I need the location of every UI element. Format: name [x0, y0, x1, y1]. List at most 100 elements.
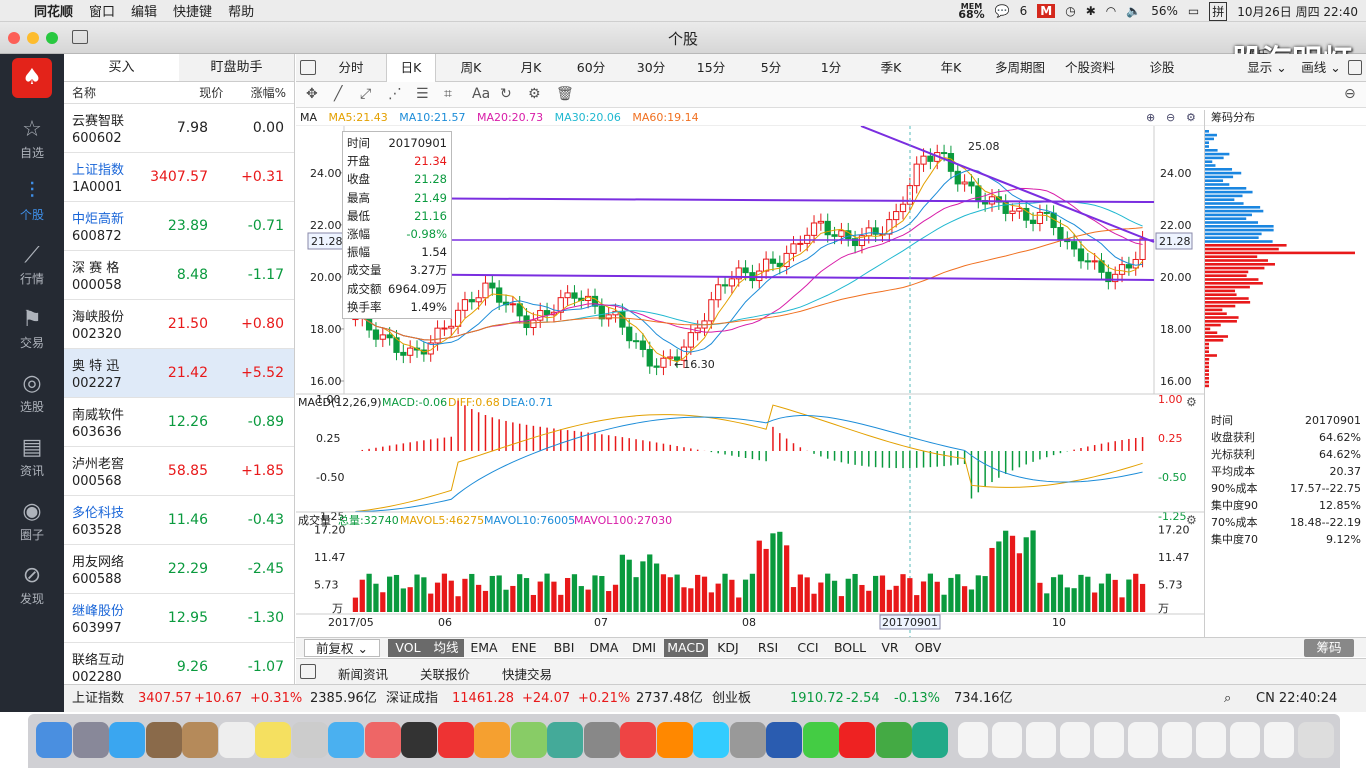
tab-period-7[interactable]: 5分 [746, 54, 796, 82]
settings-tool-icon[interactable]: ⚙ [528, 86, 541, 102]
menu-window[interactable]: 窗口 [89, 1, 115, 20]
tab-period-6[interactable]: 15分 [686, 54, 736, 82]
dock-app-icon[interactable] [875, 722, 912, 758]
tab-period-12[interactable]: 个股资料 [1056, 54, 1124, 82]
battery-icon[interactable]: ▭ [1188, 4, 1199, 18]
rotate-tool-icon[interactable]: ↻ [500, 86, 512, 102]
dock-app-icon[interactable] [510, 722, 547, 758]
dock-window-thumbnail[interactable] [992, 722, 1022, 758]
dock-window-thumbnail[interactable] [1230, 722, 1260, 758]
dock-app-icon[interactable] [109, 722, 145, 758]
dock-app-icon[interactable] [145, 722, 182, 758]
tab-buy[interactable]: 买入 [64, 54, 179, 81]
sidebar-item-picker[interactable]: ◎ 选股 [0, 370, 64, 415]
indicator-vr[interactable]: VR [872, 639, 908, 657]
dock-app-icon[interactable] [802, 722, 839, 758]
stock-row[interactable]: 用友网络 600588 22.29 -2.45 [64, 545, 294, 594]
stock-row[interactable]: 深 赛 格 000058 8.48 -1.17 [64, 251, 294, 300]
app-logo-icon[interactable]: ♠ [12, 58, 52, 98]
tab-period-13[interactable]: 诊股 [1128, 54, 1196, 82]
wifi-icon[interactable]: ◠ [1106, 4, 1116, 18]
menu-edit[interactable]: 编辑 [131, 1, 157, 20]
line-tool-icon[interactable]: ╱ [334, 86, 342, 102]
dock-app-icon[interactable] [291, 722, 328, 758]
header-name[interactable]: 名称 [64, 82, 154, 103]
gear-icon[interactable]: ⚙ [1186, 110, 1196, 126]
battery-percent[interactable]: 56% [1151, 4, 1178, 18]
chips-button[interactable]: 筹码 [1304, 639, 1354, 657]
dock-app-icon[interactable] [72, 722, 109, 758]
panel-toggle-icon[interactable] [300, 60, 316, 75]
dock-app-icon[interactable] [401, 722, 437, 758]
dock-app-icon[interactable] [36, 722, 72, 758]
search-icon[interactable]: ⌕ [1224, 685, 1231, 713]
dock-app-icon[interactable] [620, 722, 656, 758]
sidebar-item-news[interactable]: ▤ 资讯 [0, 434, 64, 479]
time-machine-icon[interactable]: ◷ [1065, 4, 1075, 18]
panel-right-icon[interactable] [1348, 60, 1362, 75]
dock-app-icon[interactable] [839, 722, 875, 758]
indicator-cci[interactable]: CCI [788, 639, 828, 657]
dock-app-icon[interactable] [583, 722, 620, 758]
dock-window-thumbnail[interactable] [1094, 722, 1124, 758]
dock-window-thumbnail[interactable] [1162, 722, 1192, 758]
indicator-均线[interactable]: 均线 [428, 639, 464, 657]
indicator-rsi[interactable]: RSI [748, 639, 788, 657]
tab-period-0[interactable]: 分时 [326, 54, 376, 82]
tab-period-3[interactable]: 月K [506, 54, 556, 82]
tab-period-8[interactable]: 1分 [806, 54, 856, 82]
sidebar-item-trade[interactable]: ⚑ 交易 [0, 306, 64, 351]
tab-quick-trade[interactable]: 快捷交易 [502, 664, 552, 683]
indicator-kdj[interactable]: KDJ [708, 639, 748, 657]
dock-window-thumbnail[interactable] [1026, 722, 1056, 758]
dock-window-thumbnail[interactable] [1264, 722, 1294, 758]
trash-icon[interactable] [1298, 722, 1334, 758]
stock-row[interactable]: 海峡股份 002320 21.50 +0.80 [64, 300, 294, 349]
dock-app-icon[interactable] [182, 722, 218, 758]
dock-app-icon[interactable] [328, 722, 364, 758]
tab-period-2[interactable]: 周K [446, 54, 496, 82]
bluetooth-icon[interactable]: ✱ [1086, 4, 1096, 18]
dock-app-icon[interactable] [474, 722, 510, 758]
text-tool-icon[interactable]: Aa [472, 86, 490, 102]
indicator-dma[interactable]: DMA [584, 639, 624, 657]
multi-line-icon[interactable]: ⋰ [388, 86, 402, 102]
dock-window-thumbnail[interactable] [1060, 722, 1090, 758]
indicator-dmi[interactable]: DMI [624, 639, 664, 657]
stock-row[interactable]: 上证指数 1A0001 3407.57 +0.31 [64, 153, 294, 202]
trash-icon[interactable]: 🗑 [556, 86, 574, 102]
sh-index-name[interactable]: 上证指数 [72, 685, 124, 713]
header-change[interactable]: 涨幅% [223, 82, 294, 103]
dock-app-icon[interactable] [364, 722, 401, 758]
tab-related-quotes[interactable]: 关联报价 [420, 664, 470, 683]
dock-window-thumbnail[interactable] [1128, 722, 1158, 758]
news-panel-icon[interactable] [300, 664, 316, 679]
display-dropdown[interactable]: 显示 ⌄ [1242, 54, 1292, 82]
sidebar-item-favorites[interactable]: ☆ 自选 [0, 116, 64, 161]
indicator-bbi[interactable]: BBI [544, 639, 584, 657]
stock-row[interactable]: 继峰股份 603997 12.95 -1.30 [64, 594, 294, 643]
sidebar-item-circle[interactable]: ◉ 圈子 [0, 498, 64, 543]
menu-shortcuts[interactable]: 快捷键 [173, 1, 212, 20]
indicator-boll[interactable]: BOLL [828, 639, 872, 657]
sidebar-item-discover[interactable]: ⊘ 发现 [0, 562, 64, 607]
indicator-macd[interactable]: MACD [664, 639, 708, 657]
minus-circle-icon[interactable]: ⊖ [1344, 86, 1356, 102]
m-app-icon[interactable]: M [1037, 4, 1056, 18]
menu-help[interactable]: 帮助 [228, 1, 254, 20]
tab-period-10[interactable]: 年K [926, 54, 976, 82]
dock-app-icon[interactable] [912, 722, 948, 758]
wechat-icon[interactable]: 💬 [995, 4, 1010, 18]
dock-window-thumbnail[interactable] [958, 722, 988, 758]
dock-app-icon[interactable] [729, 722, 766, 758]
menu-app[interactable]: 同花顺 [34, 1, 73, 20]
dock-app-icon[interactable] [547, 722, 583, 758]
stock-row[interactable]: 奥 特 迅 002227 21.42 +5.52 [64, 349, 294, 398]
draw-dropdown[interactable]: 画线 ⌄ [1296, 54, 1346, 82]
tab-period-5[interactable]: 30分 [626, 54, 676, 82]
dock-app-icon[interactable] [693, 722, 729, 758]
crosshair-icon[interactable]: ✥ [306, 86, 318, 102]
stock-row[interactable]: 泸州老窖 000568 58.85 +1.85 [64, 447, 294, 496]
sidebar-item-market[interactable]: ⟋ 行情 [0, 242, 64, 287]
stock-row[interactable]: 多伦科技 603528 11.46 -0.43 [64, 496, 294, 545]
